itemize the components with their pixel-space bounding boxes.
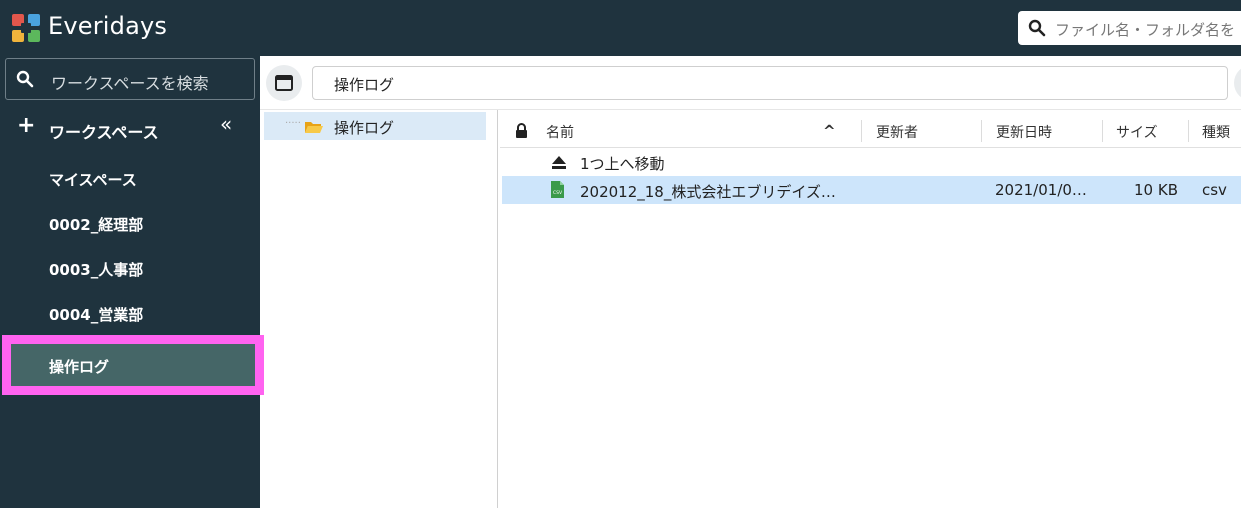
- path-bar: 操作ログ: [260, 56, 1241, 110]
- column-header-type[interactable]: 種類: [1202, 122, 1230, 142]
- updated-at-cell: 2021/01/0…: [995, 181, 1087, 199]
- workspace-header: + ワークスペース «: [0, 112, 260, 146]
- workspace-search-input[interactable]: ワークスペースを検索: [5, 58, 255, 100]
- sidebar-item-hr[interactable]: 0003_人事部: [0, 247, 260, 291]
- path-text: 操作ログ: [334, 76, 395, 94]
- sidebar-item-label: 0004_営業部: [49, 306, 144, 324]
- toggle-pane-button[interactable]: [266, 65, 302, 101]
- file-list: 名前 ^ 更新者 更新日時 サイズ 種類 1つ上へ移動 CSV 202012_1…: [500, 110, 1241, 508]
- sidebar: ワークスペースを検索 + ワークスペース « マイスペース 0002_経理部 0…: [0, 56, 260, 508]
- folder-tree: ····· 操作ログ: [264, 110, 498, 508]
- path-input[interactable]: 操作ログ: [312, 66, 1228, 100]
- sidebar-item-label: 0002_経理部: [49, 216, 144, 234]
- size-cell: 10 KB: [1134, 181, 1178, 199]
- path-action-button[interactable]: [1234, 65, 1241, 101]
- brand-name[interactable]: Everidays: [48, 12, 167, 40]
- global-search-placeholder: ファイル名・フォルダ名を: [1055, 21, 1236, 39]
- sidebar-item-label: 0003_人事部: [49, 261, 144, 279]
- column-header-size[interactable]: サイズ: [1116, 122, 1158, 142]
- sidebar-item-sales[interactable]: 0004_営業部: [0, 292, 260, 336]
- global-search-input[interactable]: ファイル名・フォルダ名を: [1018, 11, 1241, 45]
- file-name-cell: 202012_18_株式会社エブリデイズ…: [580, 183, 836, 201]
- eject-up-icon: [552, 156, 566, 169]
- annotation-highlight-box: [2, 335, 264, 395]
- sort-ascending-icon[interactable]: ^: [823, 122, 836, 140]
- column-divider[interactable]: [861, 120, 862, 142]
- column-divider[interactable]: [1102, 120, 1103, 142]
- type-cell: csv: [1202, 181, 1227, 199]
- sidebar-item-label: マイスペース: [49, 171, 137, 189]
- go-up-row[interactable]: 1つ上へ移動: [502, 148, 1241, 176]
- file-list-header: 名前 ^ 更新者 更新日時 サイズ 種類: [500, 112, 1241, 148]
- column-header-updated-by[interactable]: 更新者: [876, 122, 918, 142]
- column-divider[interactable]: [981, 120, 982, 142]
- csv-file-icon: CSV: [551, 181, 564, 198]
- column-header-updated-at[interactable]: 更新日時: [996, 122, 1052, 142]
- window-icon: [275, 75, 293, 91]
- collapse-sidebar-icon[interactable]: «: [220, 114, 232, 134]
- tree-node-operation-log[interactable]: ····· 操作ログ: [264, 112, 486, 140]
- lock-icon[interactable]: [515, 123, 528, 138]
- workspace-header-label: ワークスペース: [49, 123, 159, 142]
- sidebar-item-accounting[interactable]: 0002_経理部: [0, 202, 260, 246]
- search-icon: [1028, 19, 1046, 37]
- column-divider[interactable]: [1188, 120, 1189, 142]
- everidays-logo-icon: [12, 14, 40, 42]
- svg-text:CSV: CSV: [553, 190, 563, 196]
- search-icon: [16, 70, 34, 88]
- tree-connector: ·····: [285, 118, 301, 129]
- sidebar-item-myspace[interactable]: マイスペース: [0, 157, 260, 201]
- go-up-label: 1つ上へ移動: [580, 155, 665, 173]
- table-row[interactable]: CSV 202012_18_株式会社エブリデイズ… 2021/01/0… 10 …: [502, 176, 1241, 204]
- folder-open-icon: [305, 122, 323, 133]
- app-window: Everidays ファイル名・フォルダ名を ワークスペースを検索 + ワークス…: [0, 0, 1241, 508]
- tree-node-label: 操作ログ: [334, 119, 395, 137]
- top-bar: Everidays ファイル名・フォルダ名を: [0, 0, 1241, 56]
- workspace-search-placeholder: ワークスペースを検索: [51, 74, 209, 93]
- add-workspace-icon[interactable]: +: [17, 115, 35, 137]
- column-header-name[interactable]: 名前: [546, 122, 574, 142]
